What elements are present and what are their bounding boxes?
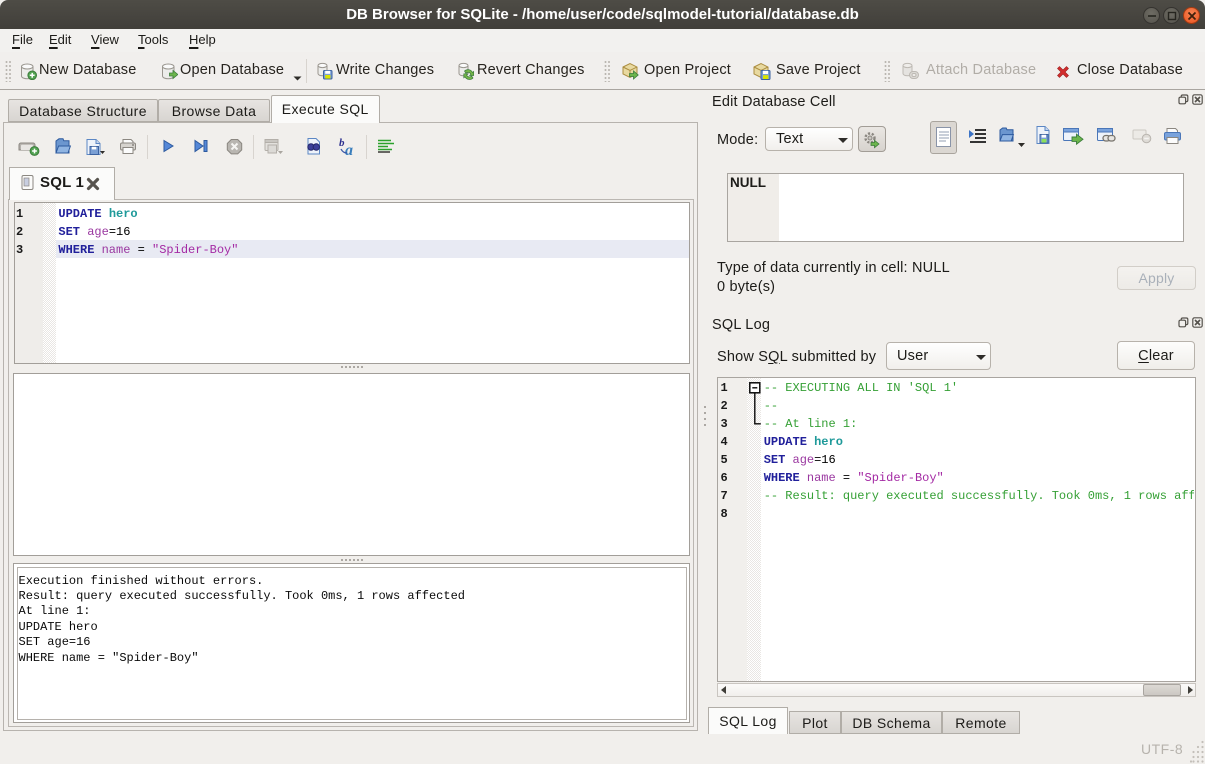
svg-text:a: a — [345, 142, 353, 157]
